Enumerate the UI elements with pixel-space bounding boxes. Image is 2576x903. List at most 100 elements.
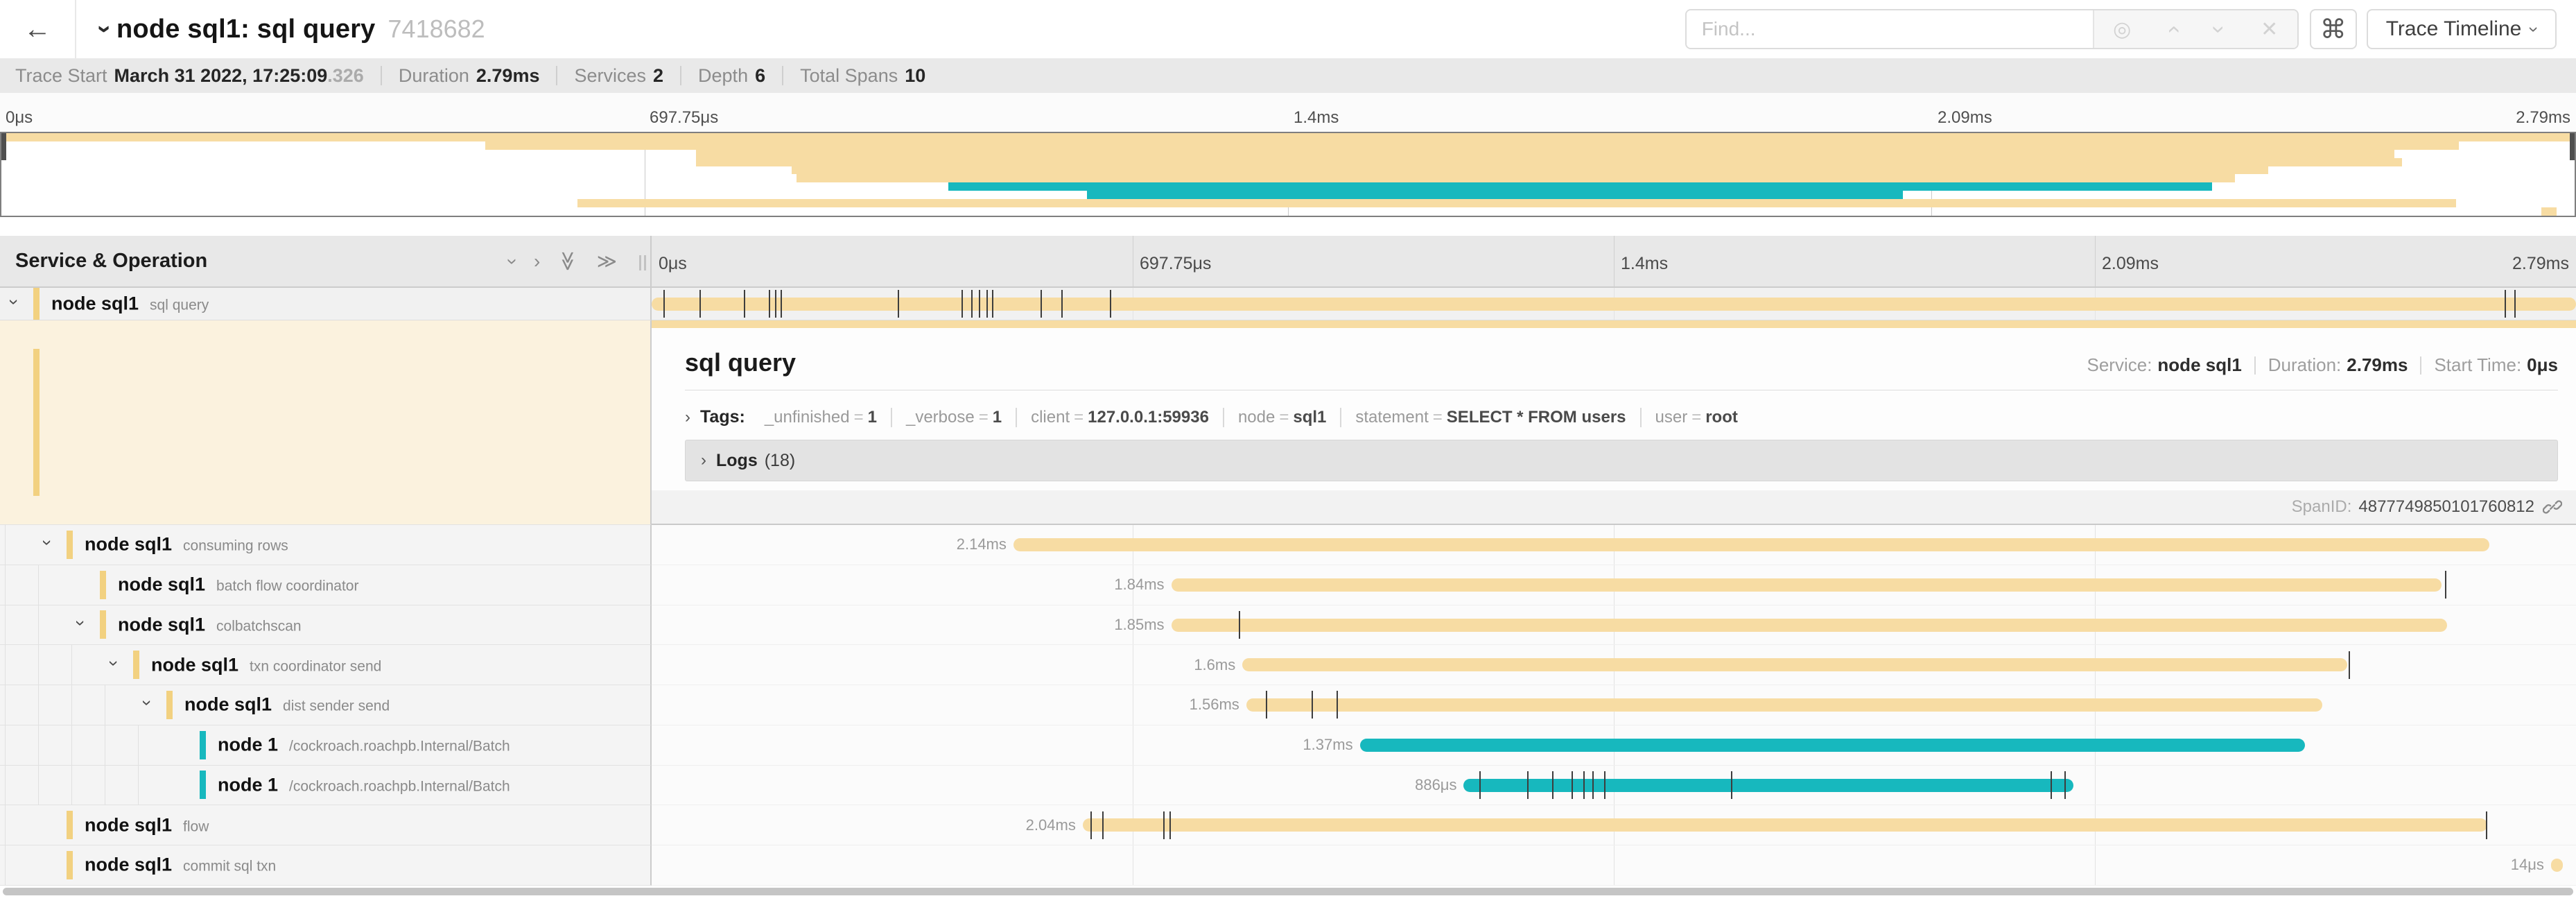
tag-key: node bbox=[1238, 408, 1275, 427]
span-name-cell[interactable]: node sql1flow bbox=[0, 805, 652, 845]
span-bar[interactable] bbox=[1360, 739, 2305, 752]
minimap-span-bar bbox=[1087, 191, 1903, 199]
span-operation-name: sql query bbox=[150, 298, 209, 313]
span-detail-title: sql query bbox=[685, 348, 2087, 377]
span-row[interactable]: ›node sql1dist sender send1.56ms bbox=[0, 685, 2576, 725]
trace-minimap[interactable] bbox=[0, 132, 2576, 217]
collapse-one-icon[interactable]: › bbox=[501, 258, 523, 264]
divider bbox=[2254, 356, 2256, 375]
back-button[interactable]: ← bbox=[0, 0, 76, 58]
span-bar[interactable] bbox=[652, 298, 2576, 311]
tree-indent-guide bbox=[71, 766, 72, 805]
span-bar[interactable] bbox=[2551, 859, 2563, 872]
collapse-all-icon[interactable]: ≫ bbox=[557, 251, 580, 271]
span-bar[interactable] bbox=[1172, 578, 2442, 592]
span-timeline-cell[interactable]: 14μs bbox=[652, 845, 2576, 886]
span-name-cell[interactable]: node 1/cockroach.roachpb.Internal/Batch bbox=[0, 725, 652, 766]
span-name-cell[interactable]: › node sql1sql query bbox=[0, 288, 652, 320]
span-bar[interactable] bbox=[1013, 538, 2489, 551]
tree-chevron-icon[interactable]: › bbox=[103, 660, 125, 666]
tags-row[interactable]: › Tags: _unfinished=1_verbose=1client=12… bbox=[685, 407, 2558, 427]
tree-chevron-icon[interactable]: › bbox=[37, 540, 58, 547]
span-timeline-cell[interactable]: 1.85ms bbox=[652, 605, 2576, 646]
span-row[interactable]: ›node sql1txn coordinator send1.6ms bbox=[0, 645, 2576, 685]
span-labels: node sql1flow bbox=[85, 814, 209, 836]
span-row[interactable]: node sql1flow 2.04ms bbox=[0, 805, 2576, 845]
expand-all-icon[interactable]: ≫ bbox=[597, 250, 617, 273]
span-timeline-cell[interactable]: 1.6ms bbox=[652, 645, 2576, 685]
span-log-tick bbox=[2486, 811, 2487, 839]
span-name-cell[interactable]: ›node sql1colbatchscan bbox=[0, 605, 652, 646]
view-selector-button[interactable]: Trace Timeline › bbox=[2367, 9, 2557, 49]
logs-row[interactable]: › Logs (18) bbox=[685, 440, 2558, 481]
span-timeline-cell[interactable]: 1.56ms bbox=[652, 685, 2576, 725]
span-row[interactable]: › node sql1sql query bbox=[0, 288, 2576, 320]
tree-indent-guide bbox=[71, 685, 72, 725]
span-timeline-cell[interactable]: 2.14ms bbox=[652, 525, 2576, 565]
span-bar[interactable] bbox=[1242, 658, 2347, 671]
find-next-icon[interactable]: › bbox=[2205, 25, 2232, 33]
span-name-cell[interactable]: ›node sql1consuming rows bbox=[0, 525, 652, 565]
divider bbox=[782, 66, 783, 85]
link-icon[interactable] bbox=[2543, 497, 2562, 517]
span-row[interactable]: node sql1commit sql txn14μs bbox=[0, 845, 2576, 886]
span-rows-container: ›node sql1consuming rows2.14msnode sql1b… bbox=[0, 525, 2576, 886]
span-labels: node sql1sql query bbox=[51, 293, 209, 315]
span-detail-stats: Service: node sql1 Duration: 2.79ms Star… bbox=[2087, 354, 2559, 376]
tree-chevron-icon[interactable]: › bbox=[70, 620, 92, 626]
span-timeline-cell[interactable]: 1.84ms bbox=[652, 565, 2576, 605]
divider bbox=[680, 66, 681, 85]
span-bar[interactable] bbox=[1172, 619, 2447, 632]
minimap-right-handle[interactable] bbox=[2570, 133, 2575, 160]
span-row[interactable]: node 1/cockroach.roachpb.Internal/Batch8… bbox=[0, 766, 2576, 806]
ruler-tick-label: 1.4ms bbox=[1614, 254, 1668, 274]
find-prev-icon[interactable]: › bbox=[2159, 25, 2186, 33]
tree-chevron-icon[interactable]: › bbox=[137, 700, 158, 707]
tag-key: user bbox=[1655, 408, 1688, 427]
tag-equals: = bbox=[1070, 408, 1088, 427]
tag-value: sql1 bbox=[1293, 408, 1326, 427]
column-resize-grip[interactable] bbox=[639, 255, 646, 270]
ruler-tick-label: 2.09ms bbox=[1932, 108, 1992, 128]
root-span-container: › node sql1sql query bbox=[0, 288, 2576, 320]
span-bar[interactable] bbox=[1463, 779, 2073, 792]
span-timeline-cell[interactable]: 1.37ms bbox=[652, 725, 2576, 766]
span-row[interactable]: node 1/cockroach.roachpb.Internal/Batch1… bbox=[0, 725, 2576, 766]
shortcuts-button[interactable]: ⌘ bbox=[2310, 9, 2357, 49]
span-name-cell[interactable]: node 1/cockroach.roachpb.Internal/Batch bbox=[0, 766, 652, 806]
divider bbox=[556, 66, 557, 85]
tag-items: _unfinished=1_verbose=1client=127.0.0.1:… bbox=[751, 408, 1752, 427]
span-timeline-cell[interactable]: 886μs bbox=[652, 766, 2576, 806]
tree-indent-guide bbox=[5, 645, 6, 685]
tree-chevron-icon[interactable]: › bbox=[3, 299, 25, 305]
span-name-cell[interactable]: node sql1commit sql txn bbox=[0, 845, 652, 886]
tree-indent-guide bbox=[5, 565, 6, 605]
timeline-header-row: Service & Operation › › ≫ ≫ 0μs697.75μs1… bbox=[0, 236, 2576, 288]
span-name-cell[interactable]: ›node sql1txn coordinator send bbox=[0, 645, 652, 685]
minimap-left-handle[interactable] bbox=[1, 133, 6, 160]
find-input[interactable] bbox=[1687, 10, 2093, 48]
span-log-tick bbox=[986, 290, 988, 318]
tag-item: node=sql1 bbox=[1223, 408, 1340, 427]
span-row[interactable]: ›node sql1colbatchscan1.85ms bbox=[0, 605, 2576, 646]
span-timeline-cell[interactable]: 2.04ms bbox=[652, 805, 2576, 845]
find-addon: ◎ › › ✕ bbox=[2093, 10, 2297, 48]
span-bar[interactable] bbox=[1246, 698, 2322, 712]
span-row[interactable]: ›node sql1consuming rows2.14ms bbox=[0, 525, 2576, 565]
locate-icon[interactable]: ◎ bbox=[2113, 17, 2131, 42]
span-bar[interactable] bbox=[1083, 818, 2487, 832]
find-clear-icon[interactable]: ✕ bbox=[2261, 17, 2278, 42]
span-row[interactable]: node sql1batch flow coordinator1.84ms bbox=[0, 565, 2576, 605]
minimap-span-bar bbox=[797, 174, 2235, 182]
scrollbar-zone bbox=[0, 886, 2576, 903]
span-log-tick bbox=[971, 290, 973, 318]
back-arrow-icon: ← bbox=[24, 14, 51, 45]
span-name-cell[interactable]: ›node sql1dist sender send bbox=[0, 685, 652, 725]
span-name-cell[interactable]: node sql1batch flow coordinator bbox=[0, 565, 652, 605]
span-timeline-cell[interactable] bbox=[652, 288, 2576, 320]
trace-title-chevron-icon[interactable]: › bbox=[91, 25, 120, 33]
span-detail-bar bbox=[652, 320, 2576, 328]
expand-one-icon[interactable]: › bbox=[534, 250, 540, 273]
tag-value: 127.0.0.1:59936 bbox=[1088, 408, 1209, 427]
horizontal-scrollbar[interactable] bbox=[3, 888, 2573, 895]
